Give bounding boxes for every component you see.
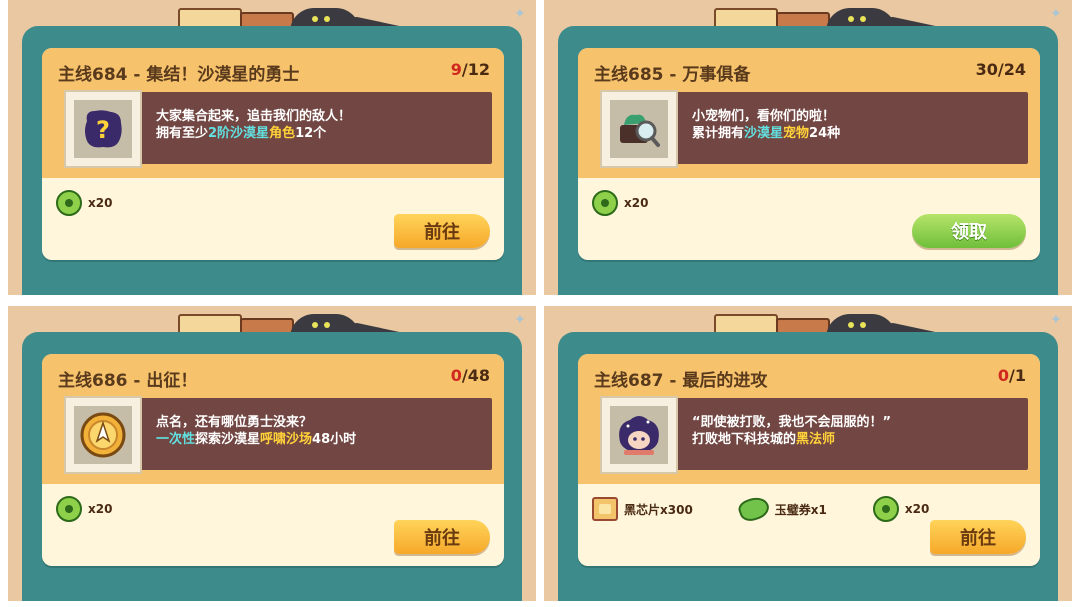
quest-card: 主线685 - 万事俱备 30/24 小宠物们，看你们的啦！ 累计拥有沙漠星宠物… [578,48,1040,260]
dark-mage-icon [619,416,659,455]
jade-coupon-icon [735,493,772,525]
reward-list: x20 [56,494,112,524]
quest-description: 大家集合起来，追击我们的敌人！ 拥有至少2阶沙漠星角色12个 [156,108,484,142]
quest-icon-frame [600,396,678,474]
quest-panel-686: ✦ 主线686 - 出征！ 0/48 点名，还有哪位勇士没来？ 一次性探索沙漠星… [8,306,536,601]
quest-progress: 30/24 [976,60,1026,79]
quest-card: 主线684 - 集结！沙漠星的勇士 9/12 大家集合起来，追击我们的敌人！ 拥… [42,48,504,260]
green-disc-icon [56,190,82,216]
quest-progress: 9/12 [451,60,490,79]
reward-label: x20 [88,196,113,210]
quest-description: 点名，还有哪位勇士没来？ 一次性探索沙漠星呼啸沙场48小时 [156,414,484,448]
quest-card: 主线686 - 出征！ 0/48 点名，还有哪位勇士没来？ 一次性探索沙漠星呼啸… [42,354,504,566]
go-button[interactable]: 前往 [394,520,490,554]
svg-text:?: ? [96,116,110,144]
sparkle-icon: ✦ [514,312,526,328]
pet-magnifier-icon [620,114,660,147]
progress-current: 0 [997,366,1010,385]
quest-card-header: 主线686 - 出征！ 0/48 点名，还有哪位勇士没来？ 一次性探索沙漠星呼啸… [42,354,504,484]
quest-title: 主线686 - 出征！ [58,371,198,391]
question-mark-icon: ? [85,110,122,148]
quest-panel-685: ✦ 主线685 - 万事俱备 30/24 小宠物们，看你们的啦！ 累计拥有沙漠星… [544,0,1072,295]
reward-label: 玉璧券x1 [774,502,827,517]
quest-title: 主线687 - 最后的进攻 [594,371,768,391]
black-chip-icon [592,497,618,521]
reward-item: x20 [56,190,112,216]
quest-icon-frame [64,396,142,474]
progress-total: /48 [461,366,490,385]
sparkle-icon: ✦ [1050,312,1062,328]
reward-label: x20 [904,502,930,516]
quest-panel-687: ✦ 主线687 - 最后的进攻 0/1 “即使被打败，我也不会屈服的！” 打败地… [544,306,1072,601]
reward-item: x20 [872,496,930,522]
quest-card-header: 主线684 - 集结！沙漠星的勇士 9/12 大家集合起来，追击我们的敌人！ 拥… [42,48,504,178]
reward-item: 玉璧券x1 [735,493,827,525]
reward-list: 黑芯片x300 玉璧券x1 x20 [592,493,930,525]
green-disc-icon [56,496,82,522]
progress-total: /1 [1009,366,1026,385]
progress-total: /24 [997,60,1026,79]
green-disc-icon [592,190,618,216]
quest-title: 主线684 - 集结！沙漠星的勇士 [58,65,300,85]
description-line-1: “即使被打败，我也不会屈服的！” [692,415,892,430]
progress-current: 0 [450,366,462,385]
compass-clock-icon [80,412,126,458]
description-line-2: 累计拥有沙漠星宠物24种 [692,126,841,141]
go-button[interactable]: 前往 [930,520,1026,554]
quest-description: “即使被打败，我也不会屈服的！” 打败地下科技城的黑法师 [692,414,1020,448]
quest-progress: 0/1 [998,366,1026,385]
green-disc-icon [872,496,899,522]
reward-list: x20 [592,188,648,218]
reward-list: x20 [56,188,112,218]
reward-item: x20 [56,496,112,522]
quest-progress: 0/48 [451,366,490,385]
sparkle-icon: ✦ [1050,6,1062,22]
quest-icon-frame [600,90,678,168]
go-button[interactable]: 前往 [394,214,490,248]
reward-item: x20 [592,190,648,216]
sparkle-icon: ✦ [514,6,526,22]
progress-total: /12 [461,60,490,79]
quest-card: 主线687 - 最后的进攻 0/1 “即使被打败，我也不会屈服的！” 打败地下科… [578,354,1040,566]
claim-button[interactable]: 领取 [912,214,1026,248]
description-line-1: 点名，还有哪位勇士没来？ [156,415,313,430]
quest-card-header: 主线685 - 万事俱备 30/24 小宠物们，看你们的啦！ 累计拥有沙漠星宠物… [578,48,1040,178]
quest-card-header: 主线687 - 最后的进攻 0/1 “即使被打败，我也不会屈服的！” 打败地下科… [578,354,1040,484]
quest-panel-684: ✦ 主线684 - 集结！沙漠星的勇士 9/12 大家集合起来，追击我们的敌人！… [8,0,536,295]
quest-icon-frame: ? [64,90,142,168]
description-line-2: 一次性探索沙漠星呼啸沙场48小时 [156,432,357,447]
description-line-2: 拥有至少2阶沙漠星角色12个 [156,126,327,141]
description-line-1: 大家集合起来，追击我们的敌人！ [156,109,352,124]
description-line-2: 打败地下科技城的黑法师 [692,432,836,447]
reward-label: x20 [624,196,649,210]
reward-label: 黑芯片x300 [624,502,693,517]
description-line-1: 小宠物们，看你们的啦！ [692,109,836,124]
quest-title: 主线685 - 万事俱备 [594,65,751,85]
quest-description: 小宠物们，看你们的啦！ 累计拥有沙漠星宠物24种 [692,108,1020,142]
reward-item: 黑芯片x300 [592,497,693,521]
progress-current: 30 [975,60,998,79]
reward-label: x20 [88,502,113,516]
progress-current: 9 [450,60,462,79]
